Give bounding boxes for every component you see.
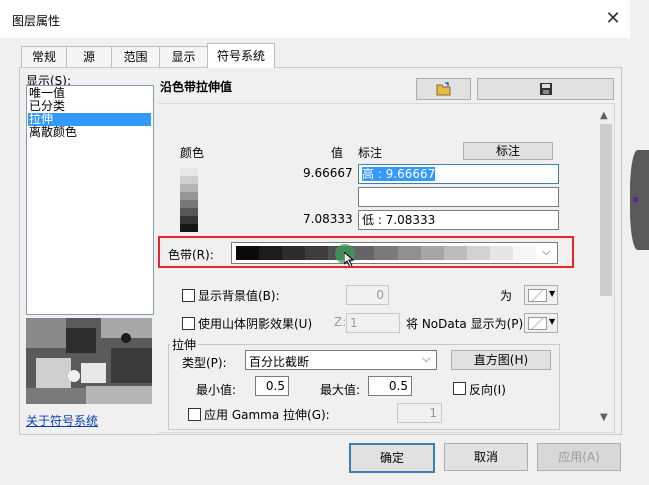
min-label: 最小值: — [196, 383, 237, 397]
list-item-discrete-color[interactable]: 离散颜色 — [28, 126, 151, 139]
apply-button[interactable]: 应用(A) — [537, 443, 621, 471]
renderer-list[interactable]: 唯一值 已分类 拉伸 离散颜色 — [26, 85, 154, 315]
stretch-type-dropdown[interactable]: 百分比截断 ⌵ — [245, 350, 437, 370]
swatch-segment — [180, 224, 198, 232]
min-value-input[interactable]: 0.5 — [255, 376, 289, 396]
chevron-down-icon: ⌵ — [422, 352, 431, 365]
tab-symbology[interactable]: 符号系统 — [207, 43, 275, 68]
high-value: 9.66667 — [303, 166, 353, 180]
hillshade-label: 使用山体阴影效果(U) — [198, 317, 313, 331]
title-bar — [0, 0, 630, 38]
about-symbology-link[interactable]: 关于符号系统 — [26, 412, 98, 429]
swatch-segment — [180, 208, 198, 216]
as-label: 为 — [500, 289, 513, 303]
ok-button[interactable]: 确定 — [349, 443, 435, 473]
gamma-value-input[interactable]: 1 — [397, 403, 442, 423]
section-title: 沿色带拉伸值 — [160, 80, 233, 94]
preview-raster — [26, 318, 152, 404]
mid-label-input[interactable] — [358, 187, 559, 207]
swatch-segment — [180, 192, 198, 200]
high-label-input[interactable]: 高 : 9.66667 — [358, 164, 559, 184]
gamma-label: 应用 Gamma 拉伸(G): — [204, 408, 330, 422]
label-button[interactable]: 标注 — [463, 142, 553, 160]
swatch-segment — [180, 184, 198, 192]
invert-label: 反向(I) — [469, 383, 506, 397]
symbology-preview-image — [26, 318, 152, 404]
dialog-title: 图层属性 — [12, 14, 61, 28]
tab-general[interactable]: 常规 — [21, 46, 67, 67]
swatch-segment — [180, 176, 198, 184]
invert-checkbox[interactable] — [453, 382, 466, 395]
low-label-input[interactable]: 低 : 7.08333 — [358, 210, 559, 230]
color-swatch-ramp[interactable] — [180, 168, 198, 232]
no-color-swatch-icon — [528, 317, 547, 330]
value-header: 值 — [331, 146, 344, 160]
scroll-down-icon[interactable]: ▼ — [600, 412, 608, 423]
nodata-label: 将 NoData 显示为(P) — [406, 317, 524, 331]
nodata-color-picker[interactable]: ▼ — [524, 313, 558, 333]
z-factor-input[interactable]: 1 — [346, 313, 400, 333]
no-color-swatch-icon — [528, 289, 547, 302]
histogram-button[interactable]: 直方图(H) — [451, 350, 551, 370]
show-background-label: 显示背景值(B): — [198, 289, 280, 303]
chevron-down-icon: ▼ — [549, 289, 556, 298]
max-label: 最大值: — [320, 383, 361, 397]
color-header: 颜色 — [180, 146, 205, 160]
swatch-segment — [180, 200, 198, 208]
label-header: 标注 — [358, 146, 383, 160]
max-value-input[interactable]: 0.5 — [368, 376, 412, 396]
save-button[interactable] — [477, 78, 614, 100]
save-icon — [539, 83, 552, 95]
swatch-segment — [180, 216, 198, 224]
scrollbar-thumb[interactable] — [600, 124, 612, 296]
background-color-picker[interactable]: ▼ — [524, 285, 558, 305]
background-marker — [633, 197, 638, 202]
type-label: 类型(P): — [182, 356, 227, 370]
gamma-checkbox[interactable] — [188, 408, 201, 421]
folder-open-icon — [436, 82, 450, 96]
tab-source[interactable]: 源 — [66, 46, 112, 67]
chevron-down-icon: ▼ — [549, 317, 556, 326]
close-icon[interactable]: ✕ — [604, 10, 622, 28]
swatch-segment — [180, 168, 198, 176]
low-value: 7.08333 — [303, 212, 353, 226]
tab-display[interactable]: 显示 — [159, 46, 208, 67]
stretch-group-title: 拉伸 — [170, 336, 199, 353]
highlight-annotation — [158, 236, 574, 268]
scroll-up-icon[interactable]: ▲ — [600, 110, 608, 121]
z-label: Z: — [334, 315, 347, 329]
show-background-checkbox[interactable] — [182, 289, 195, 302]
cancel-button[interactable]: 取消 — [444, 443, 528, 471]
hillshade-checkbox[interactable] — [182, 317, 195, 330]
tab-extent[interactable]: 范围 — [111, 46, 160, 67]
background-value-input[interactable]: 0 — [346, 285, 389, 305]
open-button[interactable] — [416, 78, 471, 100]
